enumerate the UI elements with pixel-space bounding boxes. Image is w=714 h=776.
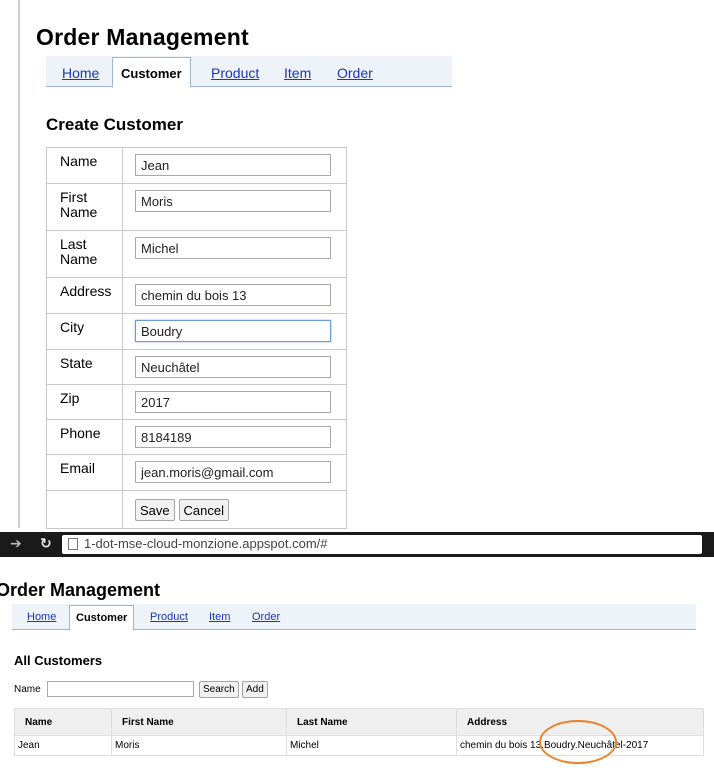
create-customer-screenshot: Order Management Home Customer Product I… (0, 0, 714, 530)
address-bar[interactable]: 1-dot-mse-cloud-monzione.appspot.com/# (62, 535, 702, 554)
cell-name: Jean (14, 735, 112, 756)
cell-last-name: Michel (286, 735, 457, 756)
city-label: City (46, 313, 123, 350)
tab-customer-2[interactable]: Customer (69, 605, 135, 631)
name-label: Name (46, 147, 123, 184)
column-header-last-name[interactable]: Last Name (286, 708, 457, 736)
tab-product-2[interactable]: Product (150, 611, 188, 623)
url-text: 1-dot-mse-cloud-monzione.appspot.com/# (84, 536, 328, 551)
state-field[interactable] (135, 356, 331, 378)
all-customers-screenshot: Order Management Home Customer Product I… (0, 557, 714, 776)
tab-home[interactable]: Home (62, 65, 99, 81)
zip-field[interactable] (135, 391, 331, 413)
reload-icon[interactable]: ↻ (40, 536, 52, 552)
first-name-label: First Name (46, 183, 123, 231)
browser-toolbar: ➔ ↻ 1-dot-mse-cloud-monzione.appspot.com… (0, 532, 714, 557)
email-field[interactable] (135, 461, 331, 483)
phone-field[interactable] (135, 426, 331, 448)
highlight-annotation (539, 720, 617, 764)
customer-form: Name First Name Last Name Address City S… (46, 147, 347, 529)
city-field[interactable] (135, 320, 331, 342)
nav-tab-bar: Home Customer Product Item Order (46, 56, 452, 88)
form-heading: Create Customer (46, 115, 183, 134)
zip-label: Zip (46, 384, 123, 420)
search-button[interactable]: Search (199, 681, 239, 698)
add-button[interactable]: Add (242, 681, 268, 698)
column-header-name[interactable]: Name (14, 708, 112, 736)
address-label: Address (46, 277, 123, 314)
app-title-2: Order Management (0, 580, 161, 600)
tab-order[interactable]: Order (337, 65, 373, 81)
left-divider (18, 0, 20, 528)
tab-item[interactable]: Item (284, 65, 311, 81)
email-label: Email (46, 454, 123, 491)
tab-order-2[interactable]: Order (252, 611, 280, 623)
page-icon (68, 538, 78, 550)
app-title: Order Management (36, 24, 249, 50)
nav-tab-bar-2: Home Customer Product Item Order (12, 604, 696, 631)
first-name-field[interactable] (135, 190, 331, 212)
tab-customer[interactable]: Customer (112, 57, 191, 88)
last-name-field[interactable] (135, 237, 331, 259)
list-heading: All Customers (14, 653, 103, 668)
save-button[interactable]: Save (135, 499, 175, 521)
name-field[interactable] (135, 154, 331, 176)
address-field[interactable] (135, 284, 331, 306)
tab-item-2[interactable]: Item (209, 611, 230, 623)
cancel-button[interactable]: Cancel (178, 499, 229, 521)
last-name-label: Last Name (46, 230, 123, 278)
search-input[interactable] (47, 681, 194, 697)
search-label: Name (14, 684, 41, 695)
forward-icon[interactable]: ➔ (10, 536, 22, 552)
cell-first-name: Moris (111, 735, 287, 756)
column-header-first-name[interactable]: First Name (111, 708, 287, 736)
phone-label: Phone (46, 419, 123, 455)
tab-product[interactable]: Product (211, 65, 259, 81)
tab-home-2[interactable]: Home (27, 611, 56, 623)
state-label: State (46, 349, 123, 385)
empty-cell (46, 490, 123, 529)
